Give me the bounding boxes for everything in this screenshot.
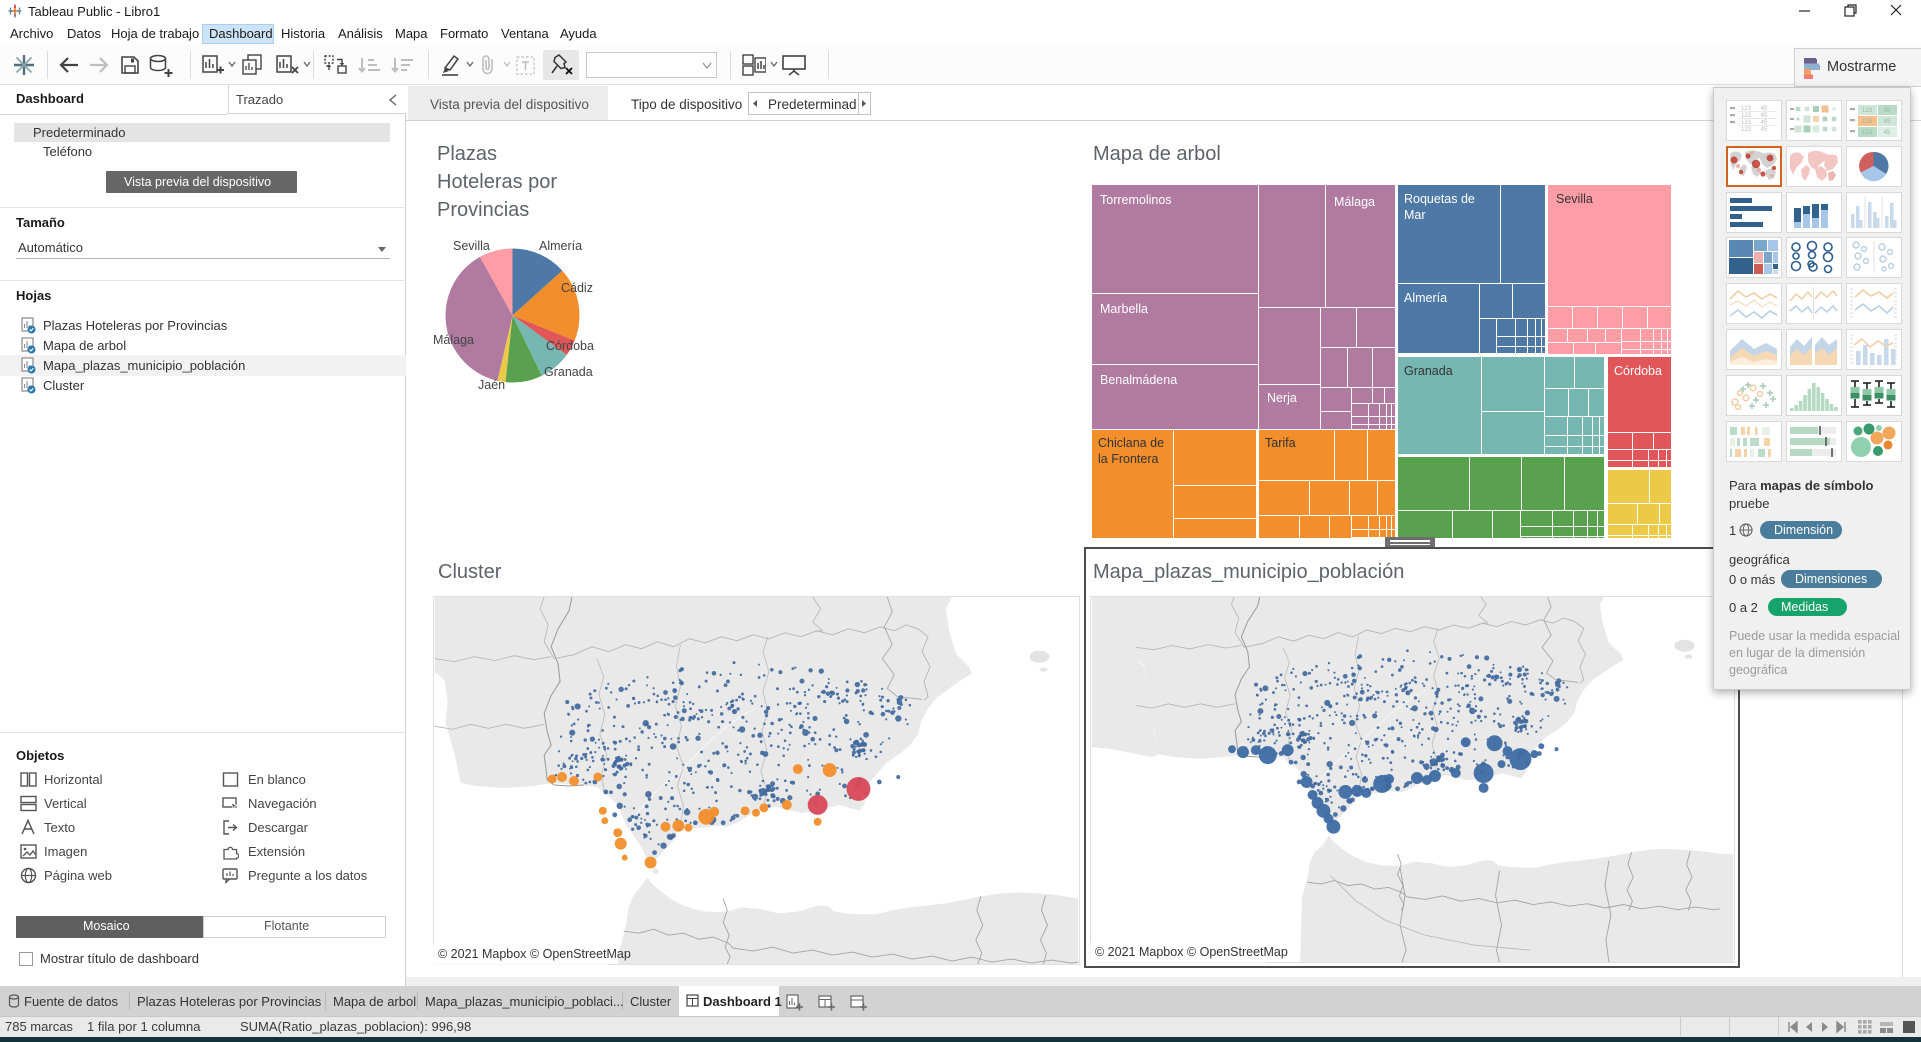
- svg-text:123: 123: [1741, 127, 1752, 133]
- svg-text:123: 123: [1862, 119, 1873, 125]
- svg-text:45: 45: [1761, 127, 1768, 133]
- svg-text:123: 123: [1862, 108, 1873, 114]
- svg-text:123: 123: [1862, 130, 1873, 136]
- svg-text:45: 45: [1884, 130, 1891, 136]
- svg-text:45: 45: [1884, 119, 1891, 125]
- svg-text:45: 45: [1884, 108, 1891, 114]
